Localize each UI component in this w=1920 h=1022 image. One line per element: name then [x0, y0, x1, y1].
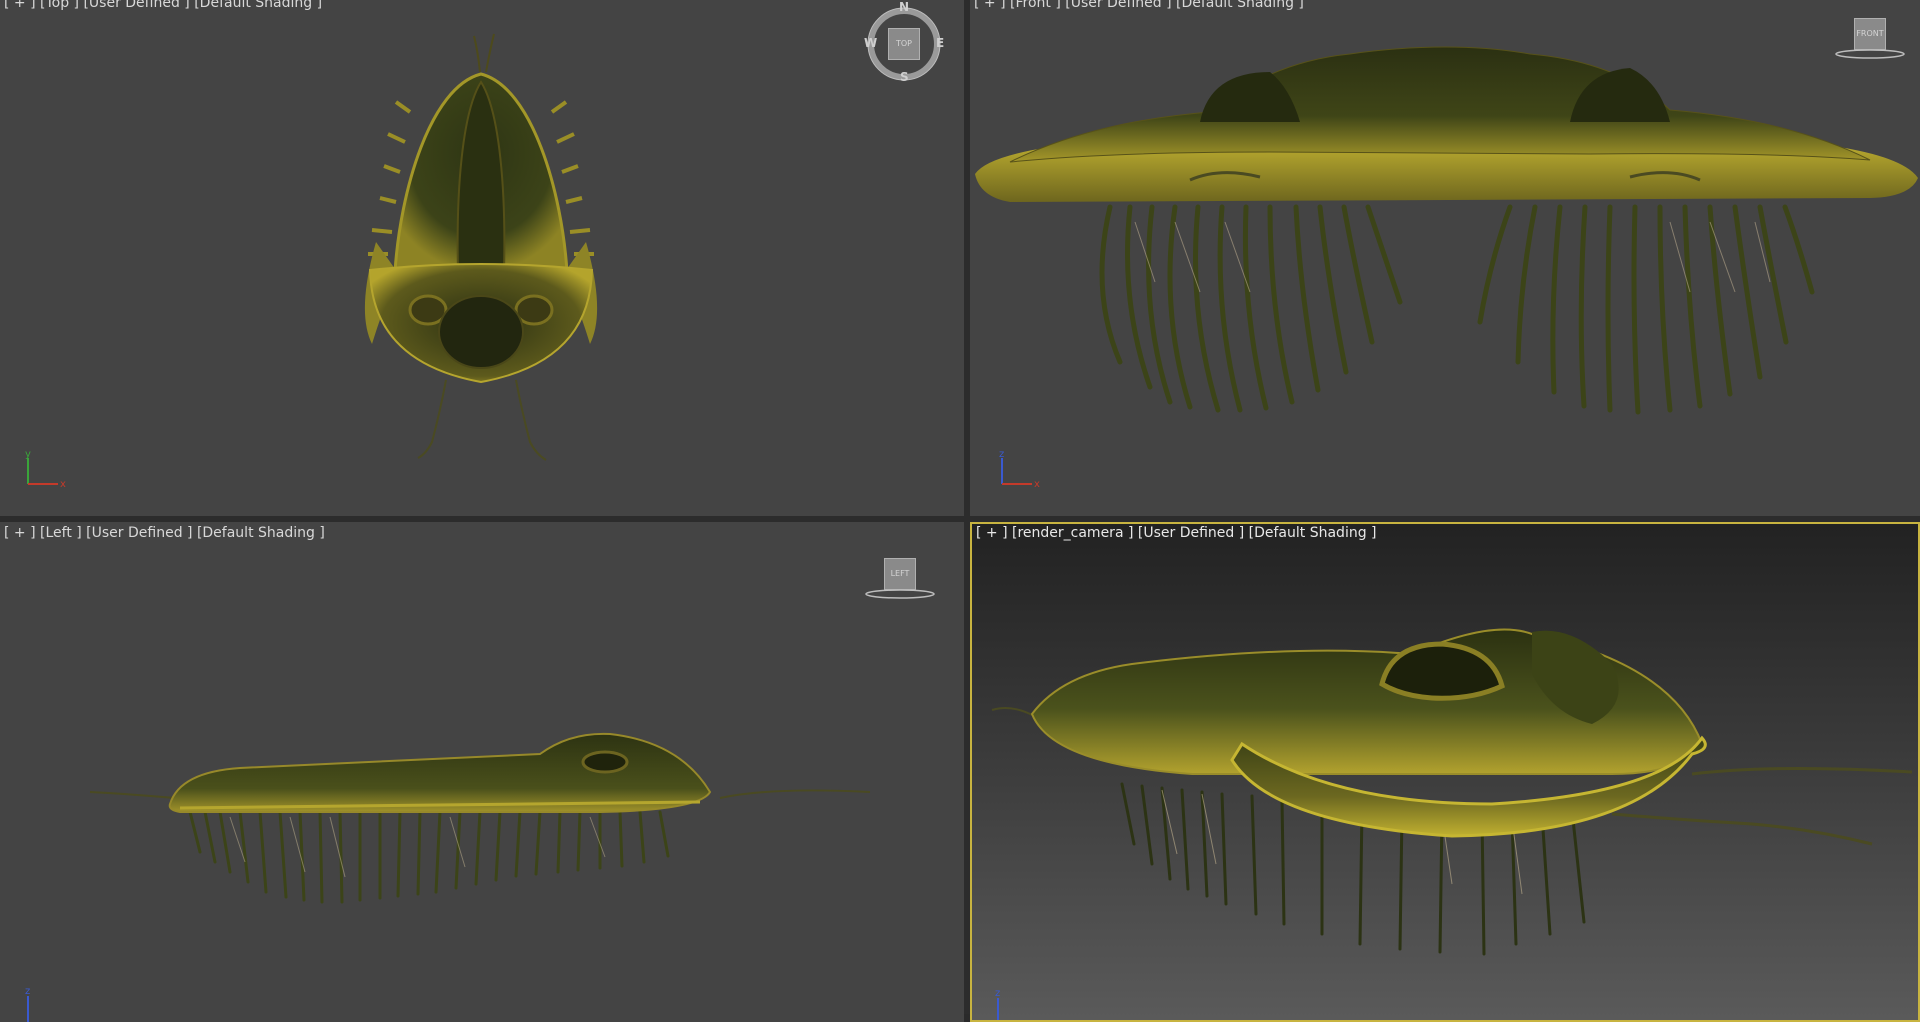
viewcube-top[interactable]: TOP N S E W: [864, 0, 945, 84]
viewcube-front[interactable]: FRONT: [1832, 16, 1908, 62]
viewport-left[interactable]: LEFT z [ + ] [Left ] [User Defined ] [De…: [0, 522, 964, 1022]
viewport-grid: TOP N S E W y x [ + ] [Top ] [User Defin…: [0, 0, 1920, 1022]
viewport-render-camera[interactable]: z [ + ] [render_camera ] [User Defined ]…: [970, 522, 1920, 1022]
viewcube-left[interactable]: LEFT: [862, 556, 938, 602]
viewcube-ring-icon: [865, 589, 935, 599]
axis-label: z: [999, 449, 1004, 460]
trilobite-camera-view[interactable]: [972, 524, 1918, 1020]
compass-north-label: N: [899, 0, 910, 14]
axis-gizmo-top: y x: [25, 449, 66, 490]
trilobite-top-view[interactable]: [0, 0, 964, 516]
compass-west-label: W: [864, 36, 878, 50]
trilobite-left-view[interactable]: [0, 522, 964, 1022]
compass-south-label: S: [900, 70, 909, 84]
axis-label: x: [1034, 479, 1040, 490]
compass-east-label: E: [936, 36, 945, 50]
axis-label: x: [60, 479, 66, 490]
viewport-label-front[interactable]: [ + ] [Front ] [User Defined ] [Default …: [974, 0, 1304, 11]
viewport-divider-horizontal[interactable]: [0, 516, 1920, 522]
viewcube-face-top[interactable]: TOP: [888, 28, 920, 60]
axis-gizmo-camera: z: [995, 988, 1000, 1020]
axis-label: z: [995, 988, 1000, 999]
viewport-front[interactable]: FRONT z x [ + ] [Front ] [User Defined ]…: [970, 0, 1920, 516]
viewport-label-render-camera[interactable]: [ + ] [render_camera ] [User Defined ] […: [976, 525, 1377, 541]
viewport-divider-vertical[interactable]: [964, 0, 970, 1014]
axis-gizmo-front: z x: [999, 449, 1040, 490]
viewport-top[interactable]: TOP N S E W y x [ + ] [Top ] [User Defin…: [0, 0, 964, 516]
axis-label: z: [25, 986, 30, 997]
axis-gizmo-left: z: [25, 986, 30, 1022]
viewcube-ring-icon: [1835, 49, 1905, 59]
viewport-label-top[interactable]: [ + ] [Top ] [User Defined ] [Default Sh…: [4, 0, 322, 11]
axis-label: y: [25, 449, 31, 460]
trilobite-front-view[interactable]: [970, 0, 1920, 516]
viewport-label-left[interactable]: [ + ] [Left ] [User Defined ] [Default S…: [4, 525, 325, 541]
